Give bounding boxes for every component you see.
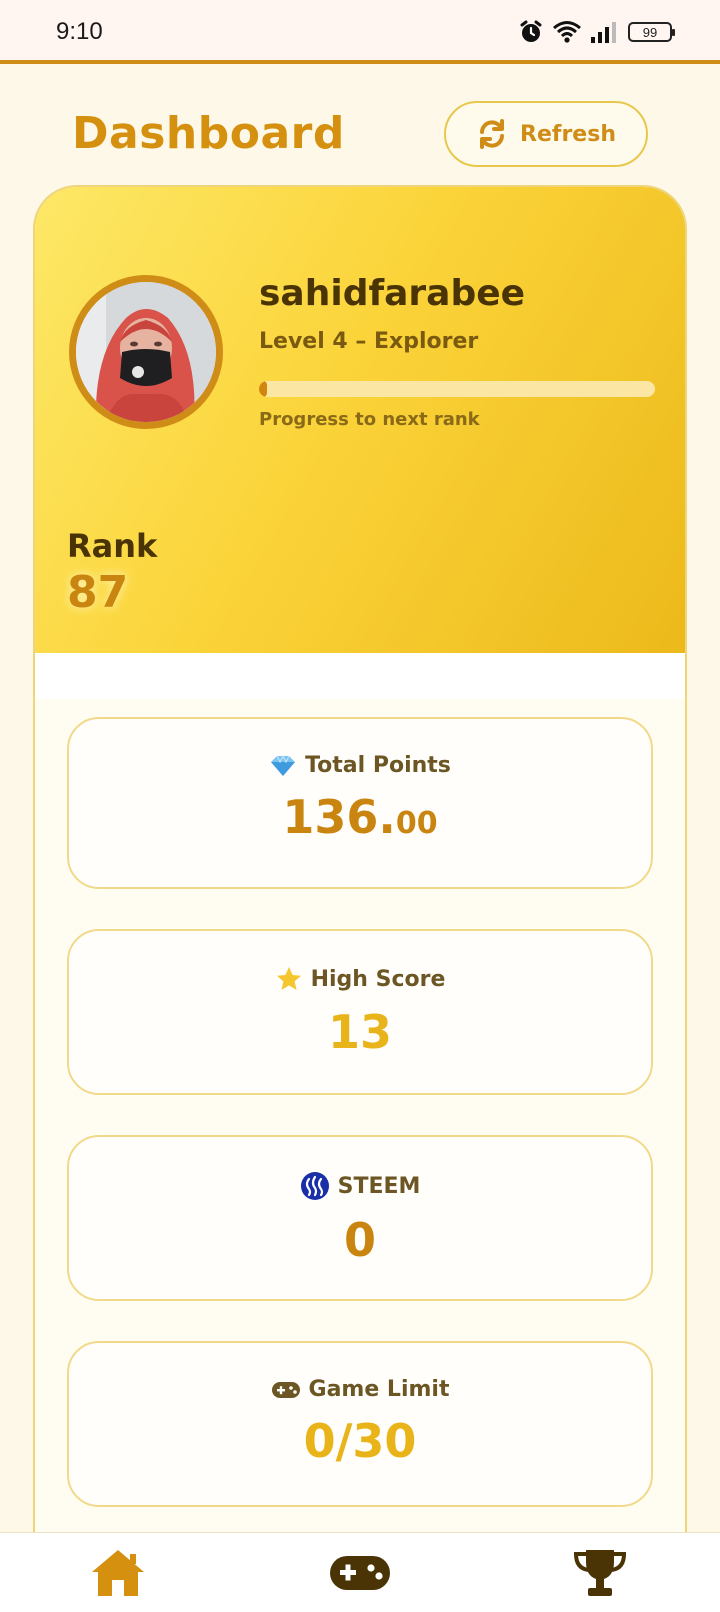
stat-value-game-limit: 0/30 [303, 1414, 417, 1468]
stat-value-steem: 0 [343, 1213, 376, 1267]
wifi-icon [553, 21, 581, 43]
alarm-icon [520, 20, 542, 42]
nav-leaderboard[interactable] [564, 1545, 636, 1601]
nav-games[interactable] [324, 1545, 396, 1601]
stat-label-steem: STEEM [337, 1173, 421, 1199]
hero-divider [35, 653, 685, 699]
gamepad-icon [271, 1381, 300, 1398]
stat-label-high-score: High Score [310, 966, 446, 992]
stat-card-steem: STEEM 0 [67, 1135, 653, 1301]
stat-card-game-limit: Game Limit 0/30 [67, 1341, 653, 1507]
level-text: Level 4 – Explorer [259, 329, 479, 354]
battery-icon: 99 [628, 22, 675, 42]
rank-value: 87 [67, 567, 129, 618]
avatar [69, 275, 223, 429]
rank-progress-fill [259, 381, 267, 397]
status-time: 9:10 [56, 18, 103, 45]
stat-card-total-points: Total Points 136.00 [67, 717, 653, 889]
gamepad-icon [330, 1556, 390, 1590]
home-icon [92, 1550, 144, 1596]
refresh-label: Refresh [520, 121, 616, 147]
refresh-button[interactable]: Refresh [444, 101, 648, 167]
rank-label: Rank [67, 527, 158, 565]
profile-hero: sahidfarabee Level 4 – Explorer Progress… [35, 187, 685, 653]
dashboard-card: sahidfarabee Level 4 – Explorer Progress… [33, 185, 687, 1585]
refresh-icon [480, 119, 505, 149]
dashboard-page: Dashboard Refresh sahidfarabee Level 4 –… [0, 68, 720, 1585]
rank-progress-bar [259, 381, 655, 397]
stat-value-total-points: 136.00 [282, 790, 438, 844]
avatar-image [76, 282, 216, 422]
trophy-icon [573, 1550, 627, 1596]
stat-card-high-score: High Score 13 [67, 929, 653, 1095]
star-icon [276, 967, 301, 990]
page-title: Dashboard [72, 108, 345, 159]
stat-label-game-limit: Game Limit [308, 1377, 450, 1402]
username: sahidfarabee [259, 273, 526, 314]
bottom-nav [0, 1532, 720, 1612]
status-icons: 99 [518, 18, 675, 46]
progress-label: Progress to next rank [259, 409, 480, 430]
status-bar: 9:10 99 [0, 0, 720, 64]
steem-icon [300, 1172, 329, 1200]
stat-value-high-score: 13 [327, 1005, 392, 1059]
signal-icon [591, 22, 616, 43]
stat-label-total-points: Total Points [305, 753, 451, 778]
gem-icon [271, 754, 296, 776]
nav-home[interactable] [82, 1545, 154, 1601]
